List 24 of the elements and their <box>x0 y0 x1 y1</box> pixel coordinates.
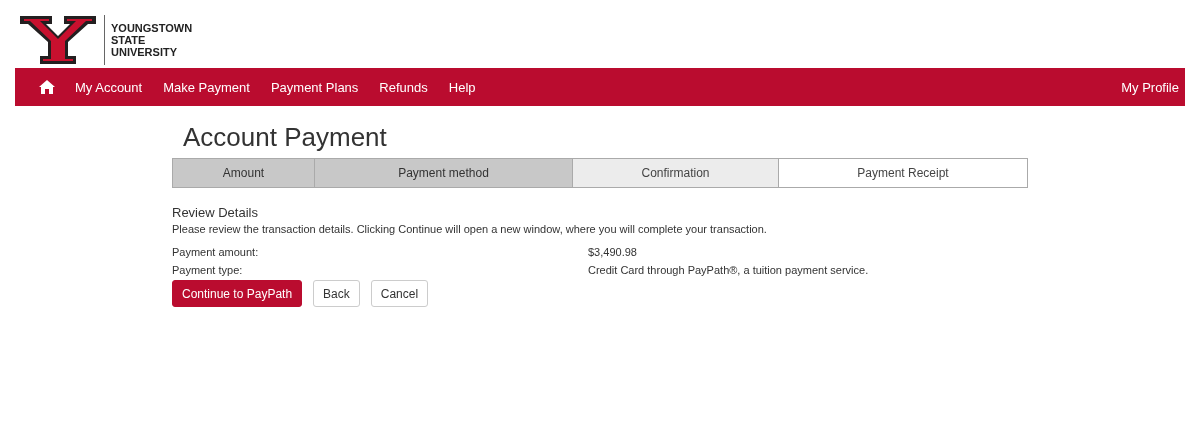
detail-value: Credit Card through PayPath®, a tuition payment service. <box>588 264 869 276</box>
progress-step: Amount <box>173 159 315 187</box>
nav-link[interactable]: Help <box>448 79 476 95</box>
detail-value: $3,490.98 <box>588 246 637 258</box>
action-button[interactable]: Back <box>313 280 360 307</box>
progress-step: Payment method <box>315 159 573 187</box>
page-title: Account Payment <box>183 122 388 153</box>
action-button[interactable]: Cancel <box>370 280 429 307</box>
nav-link[interactable]: My Account <box>75 79 143 95</box>
university-name: YOUNGSTOWN <box>111 22 193 34</box>
nav-link[interactable]: Payment Plans <box>270 79 359 95</box>
university-name: STATE <box>111 34 147 46</box>
detail-label: Payment amount: <box>172 246 260 258</box>
profile-link[interactable]: My Profile <box>1121 79 1179 95</box>
university-logo-icon <box>18 14 98 66</box>
university-name: UNIVERSITY <box>111 46 178 58</box>
continue-button[interactable]: Continue to PayPath <box>172 280 303 307</box>
nav-link[interactable]: Make Payment <box>163 79 250 95</box>
section-title: Review Details <box>172 205 259 220</box>
nav-link[interactable]: Refunds <box>379 79 428 95</box>
instructions-text: Please review the transaction details. Clicking Continue will open a new window, where you will complete your transaction. <box>172 223 768 235</box>
home-icon[interactable] <box>39 80 55 94</box>
progress-step: Confirmation <box>573 159 779 187</box>
detail-label: Payment type: <box>172 264 244 276</box>
